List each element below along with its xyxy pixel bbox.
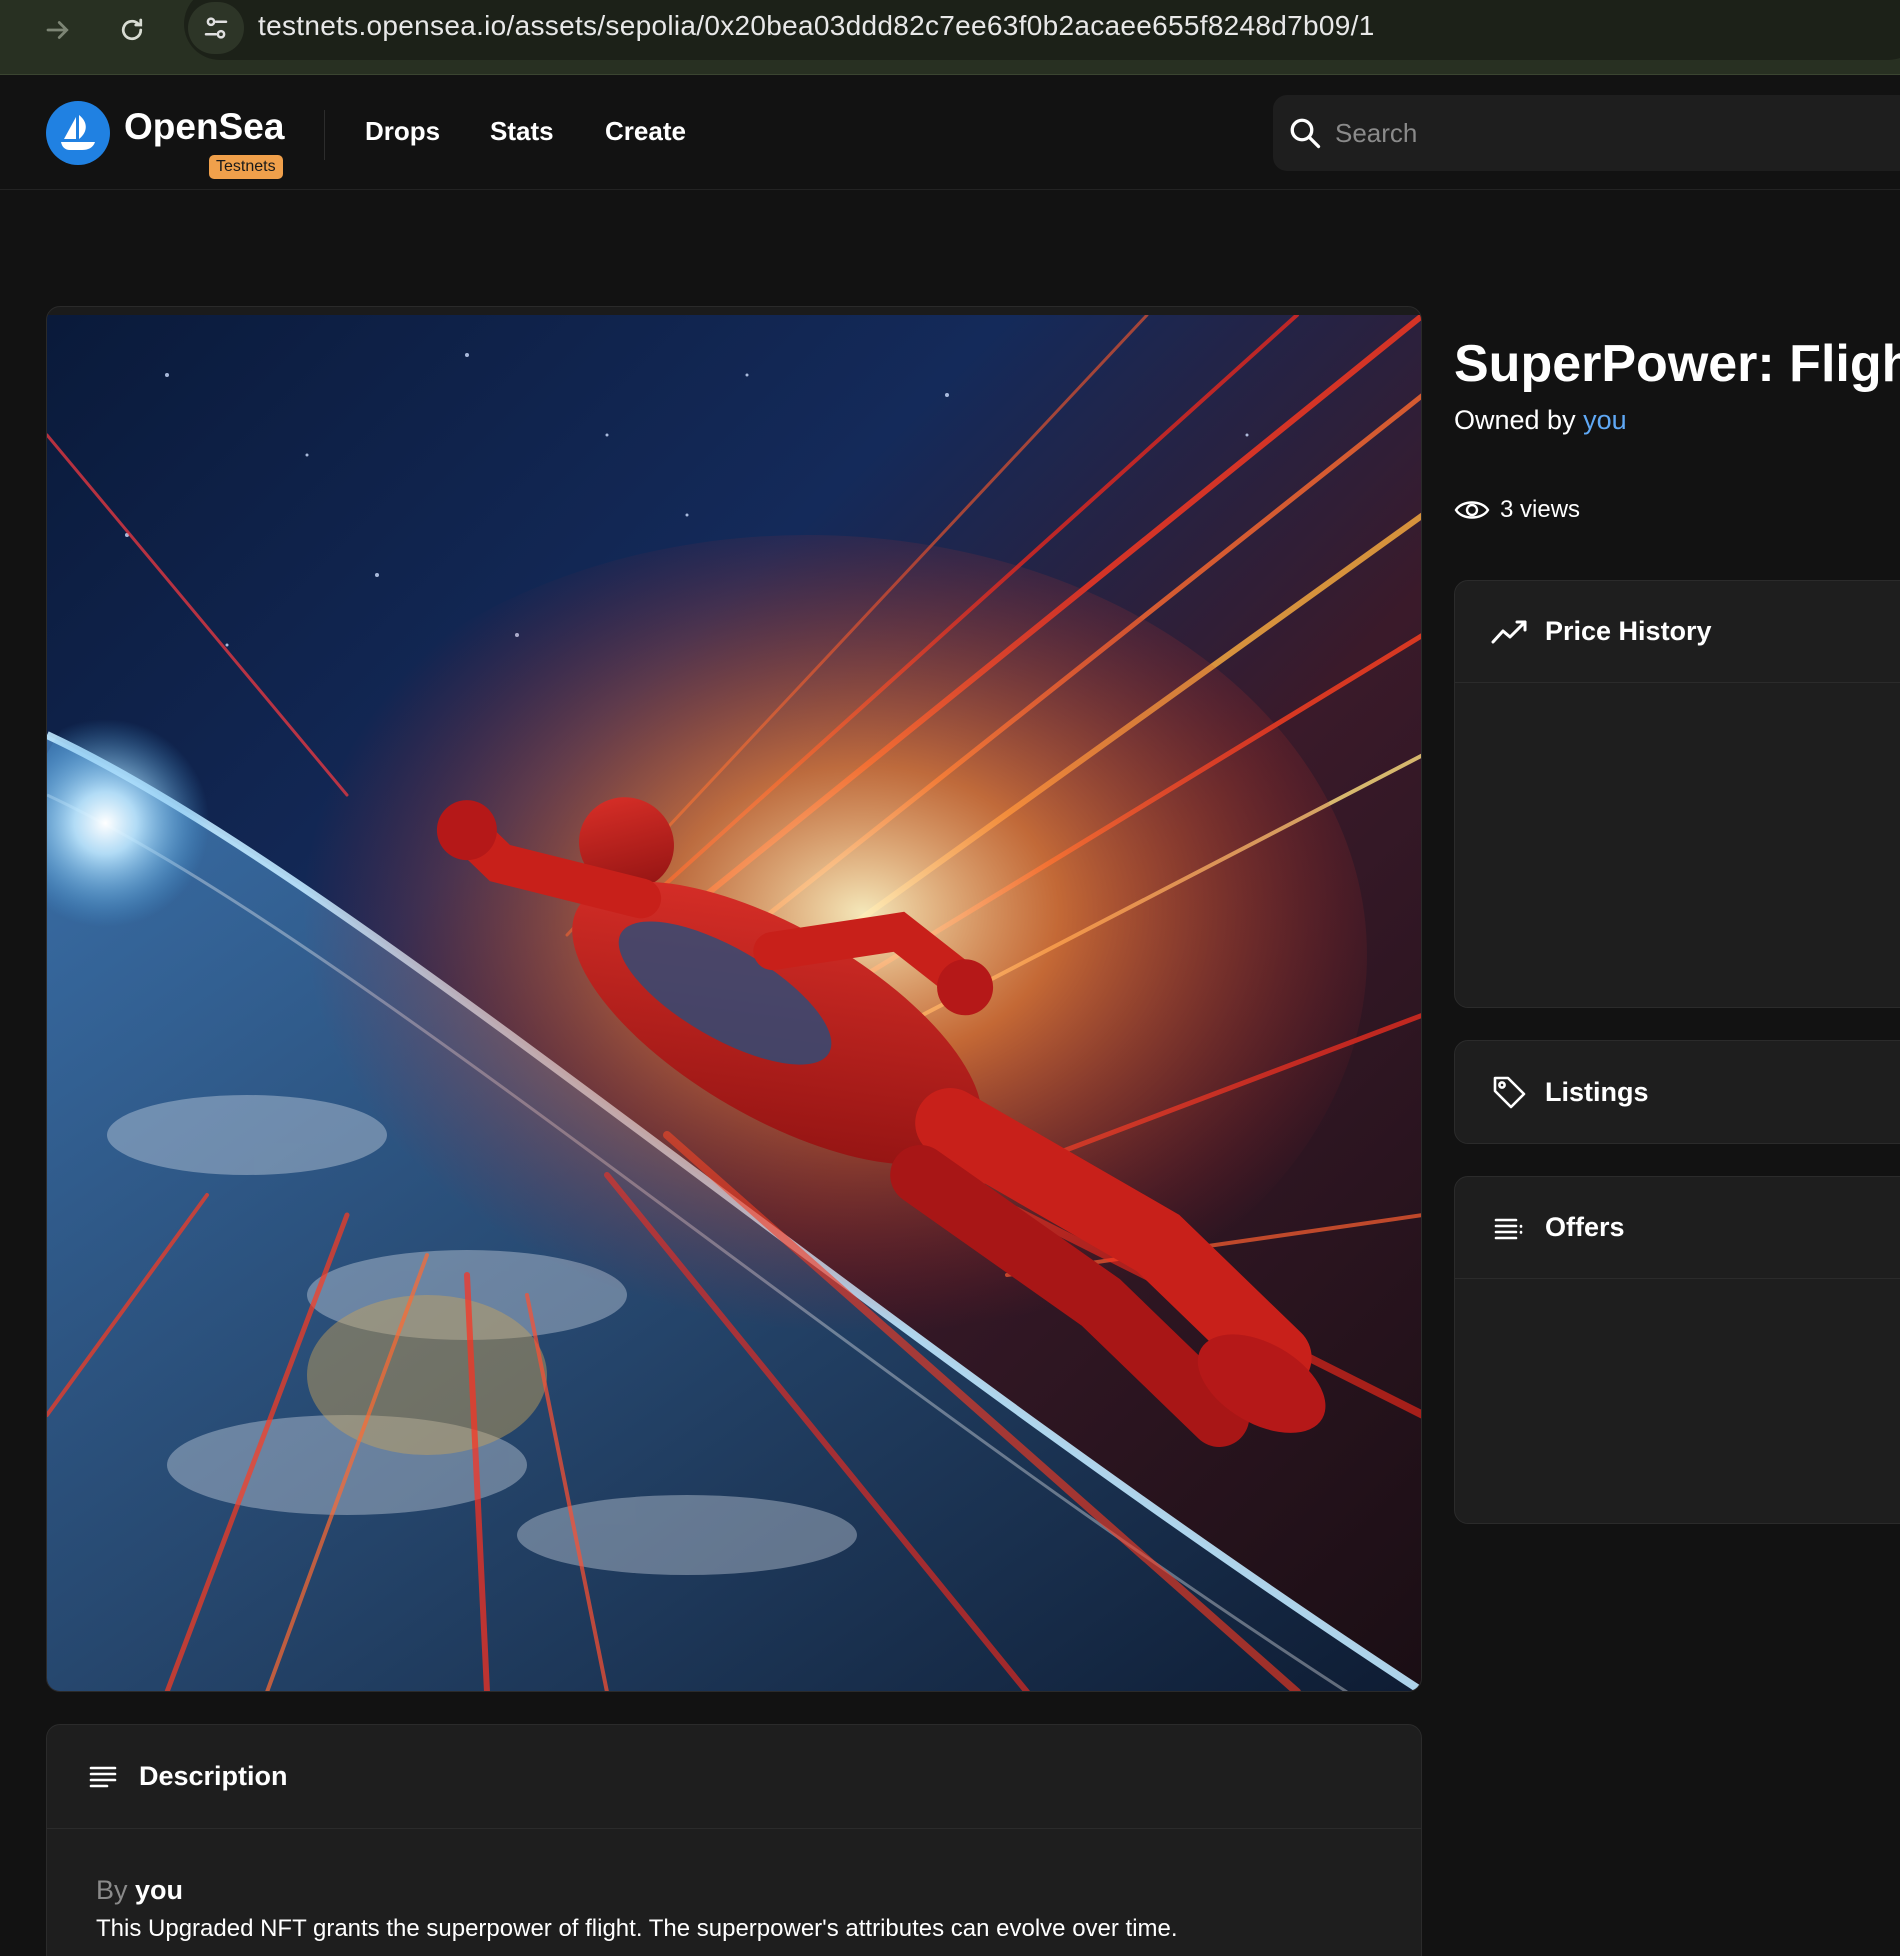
arrow-right-icon [46, 21, 69, 39]
search-box[interactable] [1273, 95, 1900, 171]
trending-icon [1489, 612, 1529, 652]
browser-toolbar: testnets.opensea.io/assets/sepolia/0x20b… [0, 0, 1900, 75]
tune-icon [204, 17, 228, 39]
offers-title: Offers [1545, 1212, 1625, 1242]
search-input[interactable] [1335, 113, 1835, 153]
reload-icon [121, 18, 143, 41]
description-panel: Description By you This Upgraded NFT gra… [46, 1724, 1422, 1956]
owned-by: Owned by you [1454, 405, 1627, 436]
search-icon [1290, 118, 1321, 149]
url-text[interactable]: testnets.opensea.io/assets/sepolia/0x20b… [258, 10, 1375, 42]
tag-icon [1489, 1072, 1529, 1112]
nft-artwork-image [47, 315, 1421, 1691]
description-author: By you [96, 1875, 183, 1906]
nft-media-card[interactable] [46, 306, 1422, 1692]
notes-icon [83, 1757, 123, 1797]
header-divider [324, 110, 325, 160]
listings-title: Listings [1545, 1076, 1649, 1107]
description-text: This Upgraded NFT grants the superpower … [96, 1915, 1178, 1942]
site-header: OpenSea Testnets Drops Stats Create [0, 76, 1900, 190]
testnets-badge: Testnets [209, 155, 283, 179]
offers-panel: Offers [1454, 1176, 1900, 1524]
listings-header[interactable]: Listings [1455, 1041, 1900, 1143]
offers-header[interactable]: Offers [1455, 1177, 1900, 1279]
price-history-title: Price History [1545, 616, 1712, 646]
description-author-link[interactable]: you [135, 1875, 183, 1905]
nav-stats[interactable]: Stats [490, 116, 554, 147]
logo-text[interactable]: OpenSea [124, 106, 284, 148]
list-icon [1489, 1208, 1529, 1248]
nav-drops[interactable]: Drops [365, 116, 440, 147]
nav-create[interactable]: Create [605, 116, 686, 147]
asset-title: SuperPower: Flight [1454, 335, 1900, 393]
description-by-label: By [96, 1875, 128, 1905]
opensea-logo[interactable] [46, 101, 110, 165]
forward-button[interactable] [38, 10, 78, 50]
view-count-text: 3 views [1500, 496, 1581, 523]
site-info-button[interactable] [188, 2, 244, 54]
price-history-header[interactable]: Price History [1455, 581, 1900, 683]
eye-icon [1454, 501, 1490, 519]
ship-icon [61, 115, 95, 150]
listings-panel[interactable]: Listings [1454, 1040, 1900, 1144]
description-title: Description [139, 1761, 288, 1791]
description-header[interactable]: Description [47, 1725, 1421, 1829]
owner-link[interactable]: you [1583, 405, 1627, 435]
view-count: 3 views [1454, 492, 1580, 528]
owned-by-label: Owned by [1454, 405, 1576, 435]
price-history-panel: Price History [1454, 580, 1900, 1008]
reload-button[interactable] [112, 10, 152, 50]
